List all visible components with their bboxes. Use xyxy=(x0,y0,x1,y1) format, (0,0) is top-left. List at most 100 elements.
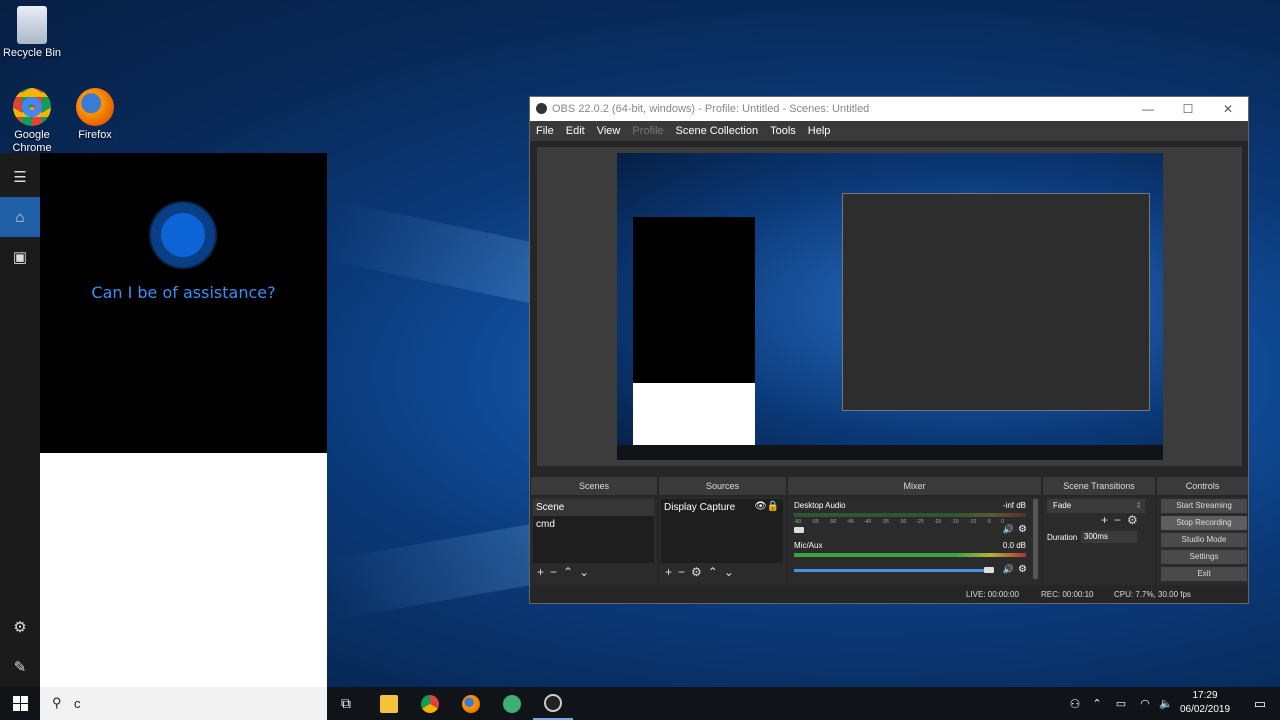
chrome-icon xyxy=(13,88,51,126)
up-icon[interactable]: ⌃ xyxy=(563,565,573,579)
firefox-icon xyxy=(76,88,114,126)
volume-icon[interactable]: 🔈 xyxy=(1155,687,1177,720)
live-status: LIVE: 00:00:00 xyxy=(966,590,1019,599)
search-input[interactable]: c xyxy=(74,696,81,711)
add-icon[interactable]: + xyxy=(665,565,672,579)
obs-icon[interactable] xyxy=(533,687,573,720)
meter-ticks: -60 -55 -50 -45 -40 -35 -30 -25 -20 -15 -10 -5 0 xyxy=(794,519,1004,525)
cortana-panel: Can I be of assistance? xyxy=(40,153,327,453)
chevron-down-icon: ⇕ xyxy=(1135,501,1142,510)
cpu-status: CPU: 7.7%, 30.00 fps xyxy=(1114,590,1191,599)
taskbar: ⚲ c ⧉ ⚇ ⌃ ▭ ◠ 🔈 17:29 06/02/2019 ▭ xyxy=(0,687,1280,720)
obs-menubar: File Edit View Profile Scene Collection … xyxy=(530,121,1248,141)
app-icon[interactable] xyxy=(492,687,532,720)
action-center-icon[interactable]: ▭ xyxy=(1240,687,1280,720)
notebook-icon[interactable]: ▣ xyxy=(0,237,40,277)
stop-recording-button[interactable]: Stop Recording xyxy=(1161,516,1247,530)
wifi-icon[interactable]: ◠ xyxy=(1134,687,1156,720)
transitions-dock: Fade ⇕ + − ⚙ Duration 300ms xyxy=(1043,497,1155,585)
channel-level: -inf dB xyxy=(1002,501,1026,510)
home-icon[interactable]: ⌂ xyxy=(0,197,40,237)
up-icon[interactable]: ⌃ xyxy=(708,565,718,579)
cortana-results-area xyxy=(40,453,327,687)
minimize-button[interactable]: — xyxy=(1128,97,1168,121)
mixer-dock-title: Mixer xyxy=(788,477,1041,495)
clock[interactable]: 17:29 06/02/2019 xyxy=(1176,689,1234,717)
channel-name: Mic/Aux xyxy=(794,541,823,550)
task-view-icon[interactable]: ⧉ xyxy=(326,687,366,720)
menu-file[interactable]: File xyxy=(530,125,560,137)
windows-icon xyxy=(12,696,28,711)
menu-scene-collection[interactable]: Scene Collection xyxy=(670,125,765,137)
close-button[interactable]: ✕ xyxy=(1208,97,1248,121)
menu-tools[interactable]: Tools xyxy=(764,125,802,137)
mixer-channel-mic: Mic/Aux 0.0 dB 🔊 ⚙ xyxy=(792,539,1028,579)
desktop-icon-chrome[interactable]: Google Chrome xyxy=(0,88,64,155)
transitions-dock-title: Scene Transitions xyxy=(1043,477,1155,495)
cortana-orb-icon xyxy=(151,203,215,267)
menu-help[interactable]: Help xyxy=(802,125,837,137)
remove-icon[interactable]: − xyxy=(678,565,685,579)
exit-button[interactable]: Exit xyxy=(1161,567,1247,581)
hamburger-icon[interactable]: ☰ xyxy=(0,157,40,197)
maximize-button[interactable]: ☐ xyxy=(1168,97,1208,121)
channel-level: 0.0 dB xyxy=(1002,541,1026,550)
speaker-icon[interactable]: 🔊 xyxy=(1003,524,1014,535)
volume-slider-knob[interactable] xyxy=(794,527,804,533)
battery-icon[interactable]: ▭ xyxy=(1110,687,1132,720)
duration-label: Duration xyxy=(1047,533,1078,542)
volume-slider[interactable] xyxy=(794,569,990,572)
volume-meter xyxy=(794,513,1026,517)
sources-list: Display Capture 👁 🔒 xyxy=(661,499,783,563)
down-icon[interactable]: ⌄ xyxy=(579,565,589,579)
studio-mode-button[interactable]: Studio Mode xyxy=(1161,533,1247,547)
desktop-icon-firefox[interactable]: Firefox xyxy=(63,88,127,142)
obs-statusbar: LIVE: 00:00:00 REC: 00:00:10 CPU: 7.7%, … xyxy=(530,587,1248,603)
gear-icon[interactable]: ⚙ xyxy=(1018,524,1027,535)
transition-select[interactable]: Fade ⇕ xyxy=(1047,499,1145,513)
gear-icon[interactable]: ⚙ xyxy=(1127,513,1138,527)
speaker-icon[interactable]: 🔊 xyxy=(1003,564,1014,575)
start-button[interactable] xyxy=(0,687,40,720)
mixer-channel-desktop: Desktop Audio -inf dB -60 -55 -50 -45 -40 -35… xyxy=(792,499,1028,539)
desktop-icon-recycle-bin[interactable]: Recycle Bin xyxy=(0,6,64,60)
nested-obs xyxy=(842,193,1150,411)
menu-view[interactable]: View xyxy=(591,125,627,137)
taskbar-search[interactable]: ⚲ c xyxy=(40,687,327,720)
mixer-scrollbar[interactable] xyxy=(1033,499,1038,579)
transition-toolbar: + − ⚙ xyxy=(1101,513,1138,527)
gear-icon[interactable]: ⚙ xyxy=(1018,564,1027,575)
channel-name: Desktop Audio xyxy=(794,501,846,510)
remove-icon[interactable]: − xyxy=(1114,513,1121,527)
controls-dock: Start Streaming Stop Recording Studio Mo… xyxy=(1157,497,1248,585)
lock-icon[interactable]: 🔒 xyxy=(767,501,779,512)
mixer-dock: Desktop Audio -inf dB -60 -55 -50 -45 -40 -35… xyxy=(788,497,1041,585)
settings-button[interactable]: Settings xyxy=(1161,550,1247,564)
down-icon[interactable]: ⌄ xyxy=(724,565,734,579)
file-explorer-icon[interactable] xyxy=(369,687,409,720)
scene-item[interactable]: Scene xyxy=(533,499,654,516)
chevron-up-icon[interactable]: ⌃ xyxy=(1086,687,1108,720)
start-streaming-button[interactable]: Start Streaming xyxy=(1161,499,1247,513)
menu-edit[interactable]: Edit xyxy=(560,125,591,137)
preview-capture-image xyxy=(617,153,1163,460)
feedback-icon[interactable]: ✎ xyxy=(0,647,40,687)
remove-icon[interactable]: − xyxy=(550,565,557,579)
gear-icon[interactable]: ⚙ xyxy=(691,565,702,579)
duration-input[interactable]: 300ms xyxy=(1081,531,1137,543)
chrome-icon[interactable] xyxy=(410,687,450,720)
volume-slider-knob[interactable] xyxy=(984,567,994,573)
volume-meter xyxy=(794,553,1026,557)
add-icon[interactable]: + xyxy=(537,565,544,579)
firefox-icon[interactable] xyxy=(451,687,491,720)
source-item[interactable]: Display Capture 👁 🔒 xyxy=(661,499,783,516)
menu-profile[interactable]: Profile xyxy=(626,125,669,137)
scene-item[interactable]: cmd xyxy=(533,516,654,533)
obs-window: OBS 22.0.2 (64-bit, windows) - Profile: … xyxy=(529,96,1249,604)
visibility-eye-icon[interactable]: 👁 xyxy=(754,501,767,512)
add-icon[interactable]: + xyxy=(1101,513,1108,527)
settings-icon[interactable]: ⚙ xyxy=(0,607,40,647)
sources-dock-title: Sources xyxy=(659,477,786,495)
obs-preview[interactable] xyxy=(537,147,1242,466)
nested-taskbar xyxy=(617,445,1163,460)
